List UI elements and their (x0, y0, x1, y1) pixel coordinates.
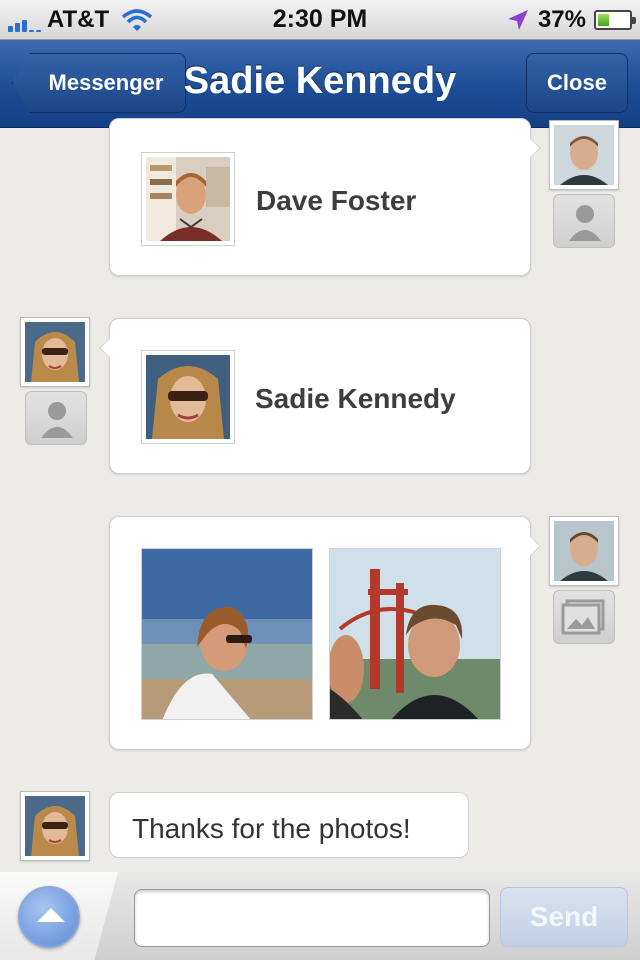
my-avatar (549, 516, 619, 586)
nav-bar: Messenger Sadie Kennedy Close (0, 40, 640, 128)
sadie-avatar (20, 317, 90, 387)
person-icon (553, 194, 615, 248)
location-arrow-icon (507, 10, 528, 30)
message-text: Thanks for the photos! (132, 813, 411, 844)
contact-photo (141, 350, 235, 444)
battery-icon (594, 10, 636, 30)
contact-card-message[interactable]: Dave Foster (109, 118, 541, 276)
text-message-bubble[interactable]: Thanks for the photos! (109, 792, 469, 858)
photos-message[interactable] (109, 516, 541, 750)
message-input[interactable] (134, 889, 490, 947)
status-bar: AT&T 2:30 PM 37% (0, 0, 640, 40)
photo-thumbnail[interactable] (329, 548, 501, 720)
battery-percent: 37% (537, 6, 586, 33)
person-icon (25, 391, 87, 445)
send-button[interactable]: Send (500, 887, 628, 947)
photo-icon (553, 590, 615, 644)
close-button[interactable]: Close (526, 53, 628, 113)
battery-level (598, 14, 610, 26)
contact-name: Sadie Kennedy (255, 383, 456, 414)
contact-photo (141, 152, 235, 246)
compose-bar: Send (0, 872, 640, 960)
attach-up-arrow-icon[interactable] (18, 886, 80, 948)
sadie-avatar (20, 791, 90, 861)
contact-card-message[interactable]: Sadie Kennedy (99, 318, 531, 474)
photo-thumbnail[interactable] (141, 548, 313, 720)
status-right: 37% (506, 6, 636, 34)
my-avatar (549, 120, 619, 190)
contact-name: Dave Foster (256, 185, 417, 216)
